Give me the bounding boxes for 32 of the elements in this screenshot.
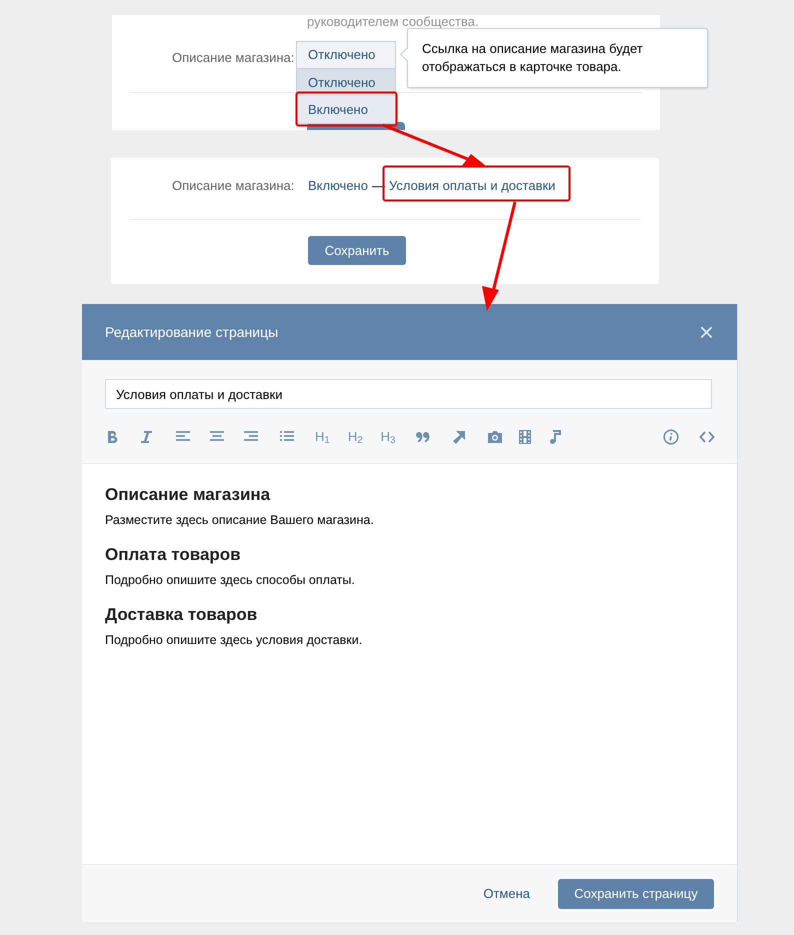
field-label: Описание магазина:	[172, 177, 294, 195]
close-button[interactable]: ×	[698, 321, 714, 343]
music-note-icon[interactable]	[547, 429, 564, 445]
save-button[interactable]: Сохранить	[308, 236, 406, 265]
dropdown-option[interactable]: Отключено	[297, 69, 395, 96]
film-icon[interactable]	[517, 429, 534, 445]
content-paragraph: Подробно опишите здесь условия доставки.	[105, 632, 364, 648]
camera-icon[interactable]	[487, 429, 504, 445]
info-icon[interactable]	[663, 429, 679, 445]
page-link[interactable]: Условия оплаты и доставки	[388, 176, 556, 196]
save-page-button[interactable]: Сохранить страницу	[558, 878, 714, 908]
cancel-link[interactable]: Отмена	[483, 884, 530, 904]
tooltip-text: Ссылка на описание магазина будет отображаться в карточке товара.	[422, 41, 643, 74]
content-heading: Оплата товаров	[105, 544, 242, 566]
dropdown-option[interactable]: Включено	[297, 96, 395, 123]
content-heading: Описание магазина	[105, 484, 272, 506]
heading-button[interactable]: H$_{2}$	[348, 429, 363, 445]
modal-title: Редактирование страницы	[105, 322, 278, 342]
code-icon[interactable]	[699, 429, 715, 445]
arrow-icon[interactable]	[451, 429, 468, 445]
heading-button[interactable]: H$_{3}$	[380, 429, 396, 445]
status-text: Включено	[308, 177, 368, 195]
field-label: Описание магазина:	[172, 49, 294, 67]
quote-icon[interactable]	[415, 429, 432, 445]
content-paragraph: Подробно опишите здесь способы оплаты.	[105, 572, 356, 588]
select-field[interactable]: Отключено	[296, 41, 396, 69]
heading-button[interactable]: H$_{1}$	[315, 429, 330, 445]
content-heading: Доставка товаров	[105, 604, 258, 626]
italic-icon[interactable]	[139, 429, 155, 445]
title-input[interactable]: Условия оплаты и доставки	[105, 379, 712, 409]
note-text: руководителем сообщества.	[307, 15, 479, 29]
content-paragraph: Разместите здесь описание Вашего магазина.	[105, 512, 375, 528]
